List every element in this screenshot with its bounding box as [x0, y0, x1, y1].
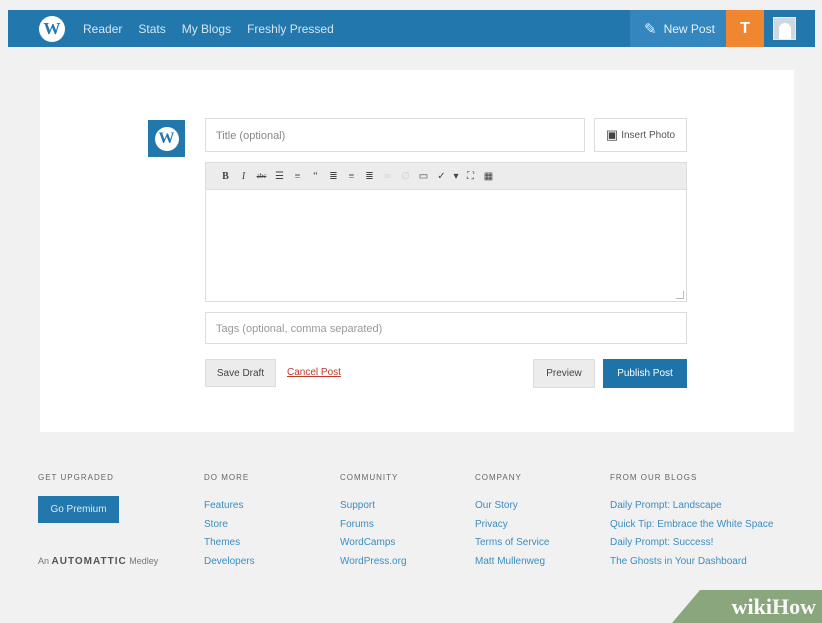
new-post-label: New Post [663, 21, 715, 36]
new-post-button[interactable]: ✎ New Post [630, 10, 726, 47]
strikethrough-icon[interactable]: abc [255, 169, 268, 184]
automattic-suffix: Medley [129, 556, 159, 566]
resize-handle[interactable] [676, 291, 684, 299]
link-icon[interactable]: ∞ [381, 169, 394, 184]
footer-link[interactable]: Themes [204, 537, 255, 556]
post-content-editor[interactable]: B I abc ☰ ≡ “ ≣ ≡ ≣ ∞ ∅ ▭ ✓ ▾ ⛶ ▦ [205, 162, 687, 302]
footer-link[interactable]: WordPress.org [340, 556, 407, 575]
blockquote-icon[interactable]: “ [309, 169, 322, 184]
footer-link[interactable]: Quick Tip: Embrace the White Space [610, 519, 773, 538]
footer-link[interactable]: WordCamps [340, 537, 407, 556]
footer-link[interactable]: Daily Prompt: Success! [610, 537, 773, 556]
watermark-part: How [772, 593, 816, 619]
footer-link[interactable]: Support [340, 500, 407, 519]
photo-icon: ▣ [605, 127, 619, 142]
wikihow-watermark: wiki How [672, 590, 822, 623]
watermark-part: wiki [731, 593, 772, 619]
footer-heading: COMMUNITY [340, 473, 399, 482]
align-center-icon[interactable]: ≡ [345, 169, 358, 184]
footer-link[interactable]: Forums [340, 519, 407, 538]
trophy-icon: T [740, 19, 750, 37]
footer-link[interactable]: Our Story [475, 500, 549, 519]
top-navbar: W Reader Stats My Blogs Freshly Pressed … [8, 10, 815, 47]
user-silhouette-icon [778, 23, 791, 39]
footer-heading: FROM OUR BLOGS [610, 473, 698, 482]
nav-reader[interactable]: Reader [83, 22, 122, 36]
automattic-brand: AUTOMATTIC [51, 556, 127, 567]
spellcheck-icon[interactable]: ✓ [435, 169, 448, 184]
wordpress-logo-icon: W [154, 126, 179, 151]
bold-icon[interactable]: B [219, 169, 232, 184]
footer-heading: DO MORE [204, 473, 250, 482]
nav-freshly-pressed[interactable]: Freshly Pressed [247, 22, 334, 36]
align-right-icon[interactable]: ≣ [363, 169, 376, 184]
tags-input[interactable]: Tags (optional, comma separated) [205, 312, 687, 344]
insert-photo-button[interactable]: ▣ Insert Photo [594, 118, 687, 152]
align-left-icon[interactable]: ≣ [327, 169, 340, 184]
footer-col-community: COMMUNITY Support Forums WordCamps WordP… [340, 473, 407, 574]
footer-link[interactable]: The Ghosts in Your Dashboard [610, 556, 773, 575]
fullscreen-icon[interactable]: ⛶ [464, 169, 477, 184]
kitchen-sink-icon[interactable]: ▦ [482, 169, 495, 184]
footer-link[interactable]: Features [204, 500, 255, 519]
footer-link[interactable]: Terms of Service [475, 537, 549, 556]
formatting-toolbar: B I abc ☰ ≡ “ ≣ ≡ ≣ ∞ ∅ ▭ ✓ ▾ ⛶ ▦ [206, 163, 686, 190]
footer-col-company: COMPANY Our Story Privacy Terms of Servi… [475, 473, 549, 574]
preview-button[interactable]: Preview [533, 359, 595, 388]
publish-post-button[interactable]: Publish Post [603, 359, 687, 388]
insert-photo-label: Insert Photo [621, 129, 676, 141]
avatar[interactable] [773, 17, 796, 40]
footer-col-do-more: DO MORE Features Store Themes Developers [204, 473, 255, 574]
footer-col-from-our-blogs: FROM OUR BLOGS Daily Prompt: Landscape Q… [610, 473, 773, 574]
pencil-icon: ✎ [644, 20, 657, 38]
dropdown-icon[interactable]: ▾ [453, 169, 459, 184]
title-input[interactable]: Title (optional) [205, 118, 585, 152]
footer-link[interactable]: Store [204, 519, 255, 538]
go-premium-button[interactable]: Go Premium [38, 496, 119, 523]
footer-link[interactable]: Developers [204, 556, 255, 575]
footer-link[interactable]: Privacy [475, 519, 549, 538]
bullet-list-icon[interactable]: ☰ [273, 169, 286, 184]
more-tag-icon[interactable]: ▭ [417, 169, 430, 184]
footer-heading: GET UPGRADED [38, 473, 114, 482]
automattic-credit[interactable]: An AUTOMATTIC Medley [38, 556, 158, 567]
italic-icon[interactable]: I [237, 169, 250, 184]
numbered-list-icon[interactable]: ≡ [291, 169, 304, 184]
footer-link[interactable]: Matt Mullenweg [475, 556, 549, 575]
nav-my-blogs[interactable]: My Blogs [182, 22, 231, 36]
cancel-post-link[interactable]: Cancel Post [287, 367, 341, 378]
footer-heading: COMPANY [475, 473, 522, 482]
nav-stats[interactable]: Stats [138, 22, 165, 36]
notifications-button[interactable]: T [726, 10, 764, 47]
unlink-icon[interactable]: ∅ [399, 169, 412, 184]
blog-icon: W [148, 120, 185, 157]
automattic-prefix: An [38, 556, 50, 566]
wordpress-logo-icon[interactable]: W [39, 15, 65, 42]
footer-link[interactable]: Daily Prompt: Landscape [610, 500, 773, 519]
save-draft-button[interactable]: Save Draft [205, 359, 276, 387]
